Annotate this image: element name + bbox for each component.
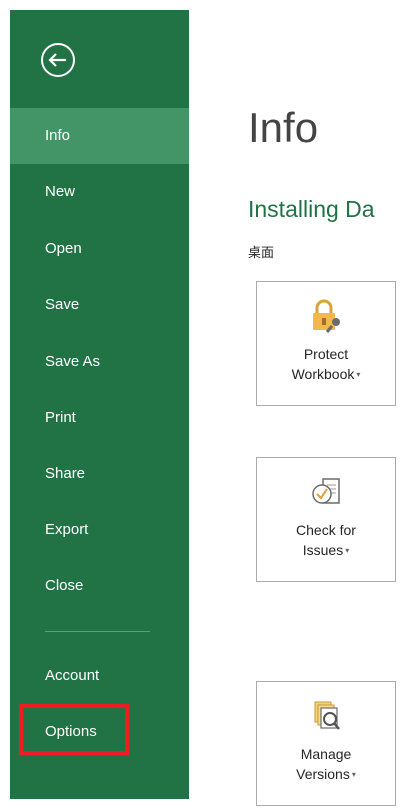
document-title: Installing Da bbox=[248, 196, 375, 222]
check-document-icon bbox=[306, 472, 346, 512]
backstage-sidebar: Info New Open Save Save As Print Share E… bbox=[10, 10, 189, 799]
backstage-view: Info New Open Save Save As Print Share E… bbox=[0, 0, 413, 809]
sidebar-item-info[interactable]: Info bbox=[10, 108, 189, 164]
sidebar-item-new[interactable]: New bbox=[10, 164, 189, 220]
protect-workbook-button[interactable]: Protect Workbook ▾ bbox=[256, 281, 396, 406]
sidebar-item-account[interactable]: Account bbox=[10, 648, 189, 704]
page-title: Info bbox=[248, 104, 319, 151]
sidebar-item-export[interactable]: Export bbox=[10, 502, 189, 558]
sidebar-item-share[interactable]: Share bbox=[10, 446, 189, 502]
sidebar-item-save-as[interactable]: Save As bbox=[10, 334, 189, 390]
lock-key-icon bbox=[306, 296, 346, 336]
chevron-down-icon: ▾ bbox=[351, 770, 356, 779]
check-for-issues-button[interactable]: Check for Issues ▾ bbox=[256, 457, 396, 582]
document-path: 桌面 bbox=[248, 245, 275, 260]
sidebar-item-close[interactable]: Close bbox=[10, 558, 189, 614]
protect-workbook-label: Protect Workbook ▾ bbox=[291, 346, 361, 382]
manage-versions-label: Manage Versions ▾ bbox=[296, 746, 356, 782]
sidebar-item-open[interactable]: Open bbox=[10, 221, 189, 277]
sidebar-divider bbox=[45, 631, 150, 632]
sidebar-item-save[interactable]: Save bbox=[10, 277, 189, 333]
sidebar-item-print[interactable]: Print bbox=[10, 390, 189, 446]
options-highlight-box bbox=[19, 704, 129, 755]
back-arrow-icon[interactable] bbox=[40, 42, 76, 78]
chevron-down-icon: ▾ bbox=[356, 370, 361, 379]
chevron-down-icon: ▾ bbox=[345, 546, 350, 555]
check-for-issues-label: Check for Issues ▾ bbox=[296, 522, 356, 558]
manage-versions-icon bbox=[306, 696, 346, 736]
manage-versions-button[interactable]: Manage Versions ▾ bbox=[256, 681, 396, 806]
